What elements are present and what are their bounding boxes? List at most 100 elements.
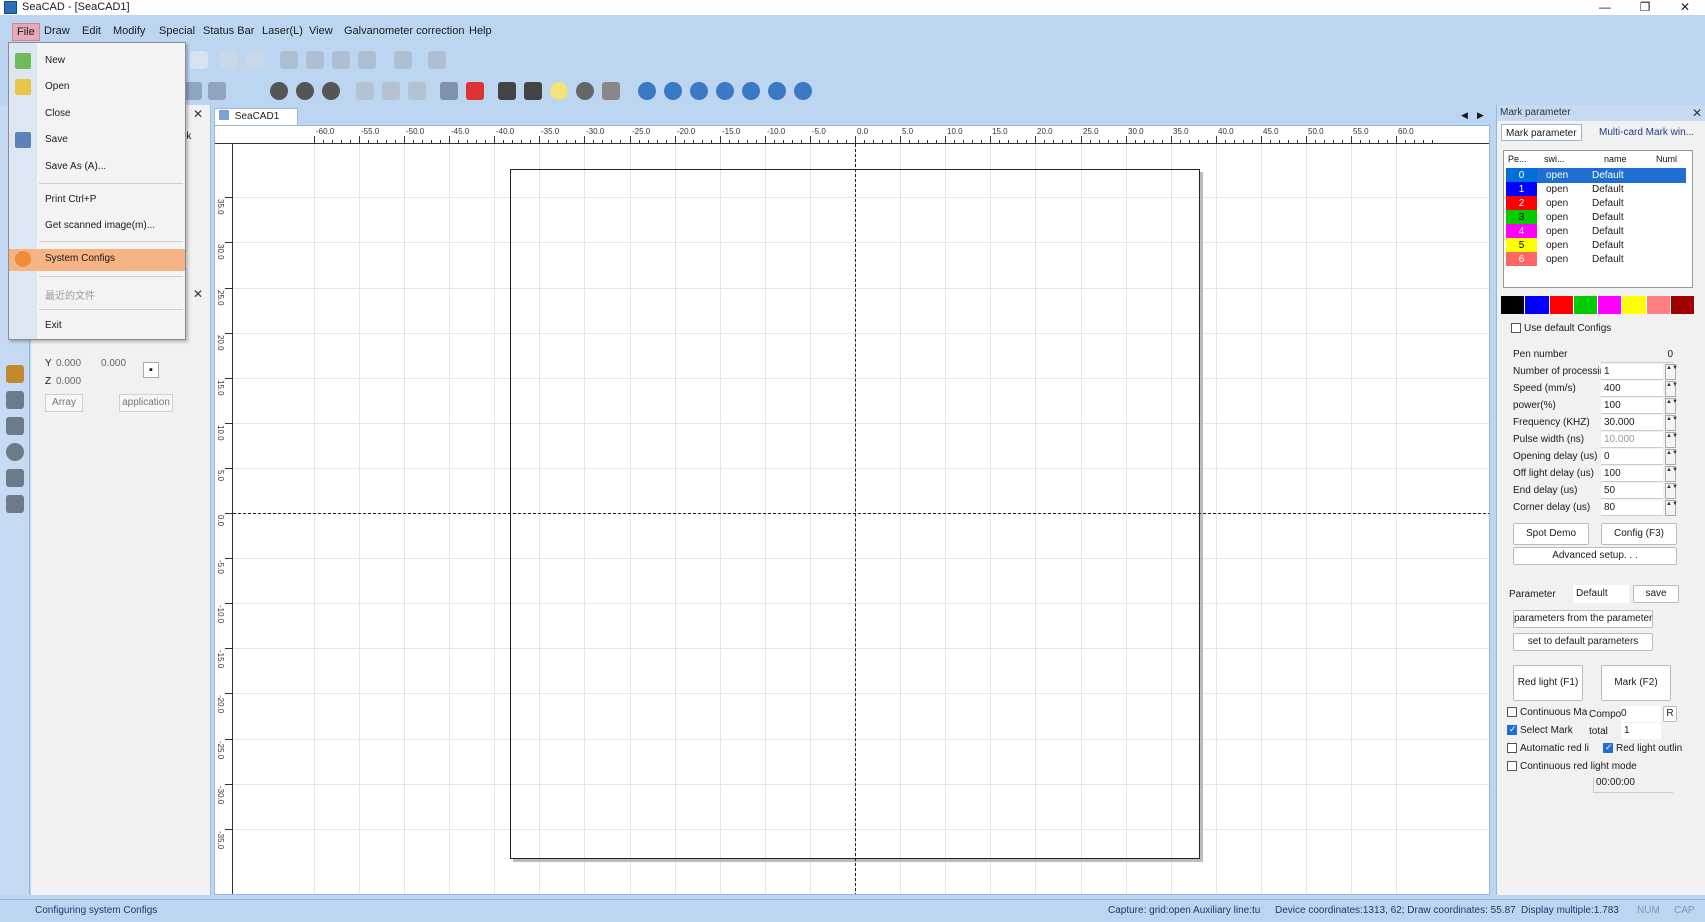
param-input[interactable]: 10.000 xyxy=(1601,432,1663,448)
barcode-2-icon[interactable] xyxy=(6,417,24,435)
param-spinner[interactable]: ▲▼ xyxy=(1665,415,1678,431)
automatic-red-light-checkbox[interactable]: Automatic red lig xyxy=(1507,743,1589,754)
menu-item-save[interactable]: Save xyxy=(9,130,185,152)
tab-multi-card[interactable]: Multi-card Mark win... xyxy=(1595,124,1698,141)
pen-switch[interactable]: open xyxy=(1546,182,1568,197)
pen-row[interactable]: 1 open Default xyxy=(1506,182,1686,197)
continuous-mark-checkbox[interactable]: Continuous Ma xyxy=(1507,707,1587,718)
mirror-v-icon[interactable] xyxy=(524,82,542,100)
param-input[interactable]: 80 xyxy=(1601,500,1663,516)
pen-row[interactable]: 6 open Default xyxy=(1506,252,1686,267)
menu-item-save-as[interactable]: Save As (A)... xyxy=(9,157,185,179)
menu-edit[interactable]: Edit xyxy=(78,23,105,39)
delete-icon[interactable] xyxy=(322,82,340,100)
distribute-v-icon[interactable] xyxy=(208,82,226,100)
param-spinner[interactable]: ▲▼ xyxy=(1665,500,1678,516)
compo-field[interactable]: 0 xyxy=(1621,706,1661,722)
timer-tool-icon[interactable] xyxy=(6,443,24,461)
pen-row[interactable]: 4 open Default xyxy=(1506,224,1686,239)
input-port-icon[interactable] xyxy=(6,469,24,487)
color-swatch[interactable] xyxy=(1549,296,1574,314)
config-f3-button[interactable]: Config (F3) xyxy=(1601,523,1677,545)
save-parameter-button[interactable]: save xyxy=(1633,585,1679,603)
set-default-params-button[interactable]: set to default parameters xyxy=(1513,633,1653,651)
output-port-icon[interactable] xyxy=(6,495,24,513)
minimize-button[interactable]: — xyxy=(1585,0,1625,15)
tab-scroll-left-icon[interactable]: ◀ xyxy=(1461,110,1468,121)
color-swatch[interactable] xyxy=(1646,296,1671,314)
color-swatch[interactable] xyxy=(1670,296,1695,314)
tab-seacad1[interactable]: SeaCAD1 ✕ xyxy=(214,108,298,137)
menu-status-bar[interactable]: Status Bar xyxy=(199,23,258,39)
pen-row[interactable]: 0 open Default xyxy=(1506,168,1686,183)
param-input[interactable]: 0 xyxy=(1601,347,1673,363)
redo-icon[interactable] xyxy=(246,51,264,69)
param-input[interactable]: 100 xyxy=(1601,398,1663,414)
menu-file[interactable]: File xyxy=(12,23,40,41)
param-input[interactable]: 50 xyxy=(1601,483,1663,499)
pen-row[interactable]: 5 open Default xyxy=(1506,238,1686,253)
red-light-outline-checkbox[interactable]: Red light outlin xyxy=(1603,743,1683,754)
close-window-button[interactable]: ✕ xyxy=(1665,0,1705,15)
lock-icon[interactable] xyxy=(356,82,374,100)
eye-icon[interactable] xyxy=(576,82,594,100)
reset-count-button[interactable]: R xyxy=(1663,706,1677,722)
use-default-configs-checkbox[interactable]: Use default Configs xyxy=(1511,323,1611,334)
lock-ratio-icon[interactable]: ▪ xyxy=(143,362,159,378)
zoom-icon[interactable] xyxy=(638,82,656,100)
param-spinner[interactable]: ▲▼ xyxy=(1665,432,1678,448)
color-swatch[interactable] xyxy=(1573,296,1598,314)
menu-special[interactable]: Special xyxy=(155,23,199,39)
barcode-icon[interactable] xyxy=(6,391,24,409)
close-panel-2-icon[interactable]: ✕ xyxy=(191,287,205,301)
advanced-setup-button[interactable]: Advanced setup. . . xyxy=(1513,547,1677,565)
menu-help[interactable]: Help xyxy=(465,23,496,39)
paste-icon[interactable] xyxy=(190,51,208,69)
color-fill-icon[interactable] xyxy=(466,82,484,100)
color-swatch[interactable] xyxy=(1525,296,1550,314)
menu-draw[interactable]: Draw xyxy=(40,23,74,39)
rotate-icon[interactable] xyxy=(270,82,288,100)
z-field[interactable]: 0.000 xyxy=(56,376,81,387)
param-spinner[interactable]: ▲▼ xyxy=(1665,381,1678,397)
param-spinner[interactable]: ▲▼ xyxy=(1665,449,1678,465)
zoom-in-icon[interactable] xyxy=(690,82,708,100)
param-input[interactable]: 30.000 xyxy=(1601,415,1663,431)
zoom-all-icon[interactable] xyxy=(742,82,760,100)
menu-item-get-scanned-image[interactable]: Get scanned image(m)... xyxy=(9,216,185,238)
param-spinner[interactable]: ▲▼ xyxy=(1665,398,1678,414)
close-panel-icon[interactable]: ✕ xyxy=(191,107,205,121)
menu-laser[interactable]: Laser(L) xyxy=(258,23,307,39)
maximize-button[interactable]: ❐ xyxy=(1625,0,1665,15)
pen-row[interactable]: 2 open Default xyxy=(1506,196,1686,211)
menu-item-exit[interactable]: Exit xyxy=(9,316,185,338)
params-from-parameter-button[interactable]: parameters from the parameter xyxy=(1513,610,1653,628)
param-input[interactable]: 400 xyxy=(1601,381,1663,397)
image-tool-icon[interactable] xyxy=(6,365,24,383)
application-button[interactable]: application xyxy=(119,394,173,412)
color-swatch[interactable] xyxy=(1501,296,1526,314)
pen-switch[interactable]: open xyxy=(1546,210,1568,225)
reverse-icon[interactable] xyxy=(296,82,314,100)
undo-icon[interactable] xyxy=(220,51,238,69)
pen-switch[interactable]: open xyxy=(1546,252,1568,267)
param-input[interactable]: 1 xyxy=(1601,364,1663,380)
combine-icon[interactable] xyxy=(332,51,350,69)
drawing-canvas[interactable]: -60.0 -55.0 -50.0 -45.0 -40.0 -35.0 -30.0 -25.0… xyxy=(214,125,1490,895)
menu-modify[interactable]: Modify xyxy=(109,23,149,39)
y-field-2[interactable]: 0.000 xyxy=(101,358,126,369)
select-mark-checkbox[interactable]: Select Mark xyxy=(1507,724,1573,736)
zoom-out-icon[interactable] xyxy=(716,82,734,100)
mark-button[interactable]: Mark (F2) xyxy=(1601,665,1671,701)
group-icon[interactable] xyxy=(280,51,298,69)
zoom-page-icon[interactable] xyxy=(794,82,812,100)
node-edit-icon[interactable] xyxy=(440,82,458,100)
color-swatch[interactable] xyxy=(1622,296,1647,314)
menu-item-new[interactable]: New xyxy=(9,51,185,73)
color-swatch[interactable] xyxy=(1598,296,1623,314)
red-light-button[interactable]: Red light (F1) xyxy=(1513,665,1583,701)
circle-icon[interactable] xyxy=(550,82,568,100)
zoom-window-icon[interactable] xyxy=(664,82,682,100)
menu-item-close[interactable]: Close xyxy=(9,104,185,126)
menu-item-print[interactable]: Print Ctrl+P xyxy=(9,190,185,212)
